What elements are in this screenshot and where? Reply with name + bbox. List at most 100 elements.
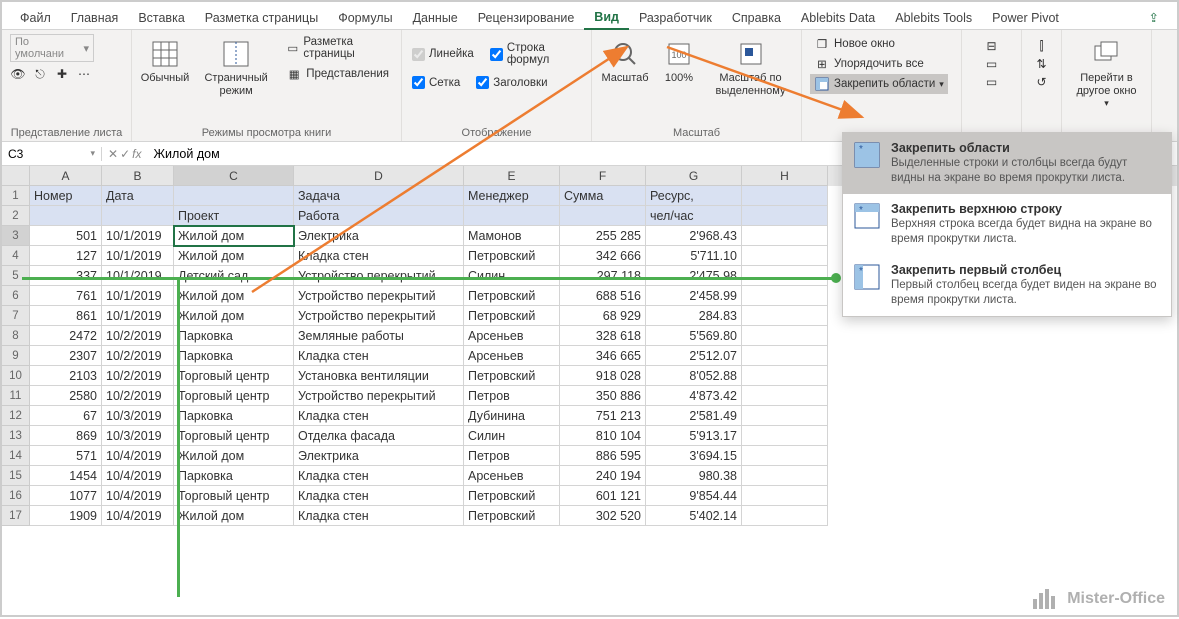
- cell[interactable]: 5'569.80: [646, 326, 742, 346]
- ruler-checkbox[interactable]: Линейка: [410, 40, 476, 68]
- cell[interactable]: 10/1/2019: [102, 226, 174, 246]
- cell[interactable]: 869: [30, 426, 102, 446]
- cell[interactable]: Устройство перекрытий: [294, 266, 464, 286]
- cell[interactable]: 328 618: [560, 326, 646, 346]
- tab-разметка-страницы[interactable]: Разметка страницы: [195, 7, 328, 29]
- cell[interactable]: Кладка стен: [294, 246, 464, 266]
- tab-вид[interactable]: Вид: [584, 6, 629, 30]
- cell[interactable]: 350 886: [560, 386, 646, 406]
- cell[interactable]: Торговый центр: [174, 486, 294, 506]
- cell[interactable]: 8'052.88: [646, 366, 742, 386]
- unhide-button[interactable]: ▭: [984, 74, 1000, 90]
- cell[interactable]: 571: [30, 446, 102, 466]
- cell[interactable]: Жилой дом: [174, 306, 294, 326]
- cell[interactable]: Петровский: [464, 366, 560, 386]
- cell[interactable]: Дата: [102, 186, 174, 206]
- cell[interactable]: Кладка стен: [294, 506, 464, 526]
- cell[interactable]: [742, 346, 828, 366]
- cell[interactable]: 2580: [30, 386, 102, 406]
- split-button[interactable]: ⊟: [984, 38, 1000, 54]
- cancel-formula-icon[interactable]: ✕: [108, 147, 118, 161]
- row-header[interactable]: 1: [2, 186, 30, 206]
- cell[interactable]: Петровский: [464, 246, 560, 266]
- fx-icon[interactable]: fx: [132, 147, 141, 161]
- cell[interactable]: Парковка: [174, 406, 294, 426]
- cell[interactable]: Детский сад: [174, 266, 294, 286]
- cell[interactable]: 2'512.07: [646, 346, 742, 366]
- cell[interactable]: [742, 266, 828, 286]
- cell[interactable]: Устройство перекрытий: [294, 386, 464, 406]
- cell[interactable]: [742, 326, 828, 346]
- cell[interactable]: [742, 386, 828, 406]
- cell[interactable]: Кладка стен: [294, 406, 464, 426]
- cell[interactable]: 10/4/2019: [102, 466, 174, 486]
- new-window-button[interactable]: ❐Новое окно: [810, 34, 899, 54]
- cell[interactable]: 10/3/2019: [102, 406, 174, 426]
- cell[interactable]: [742, 426, 828, 446]
- row-header[interactable]: 2: [2, 206, 30, 226]
- cell[interactable]: 302 520: [560, 506, 646, 526]
- cell[interactable]: 10/4/2019: [102, 486, 174, 506]
- cell[interactable]: [742, 406, 828, 426]
- row-header[interactable]: 9: [2, 346, 30, 366]
- view-side-button[interactable]: ⫿: [1034, 38, 1050, 54]
- row-header[interactable]: 11: [2, 386, 30, 406]
- cell[interactable]: Кладка стен: [294, 466, 464, 486]
- cell[interactable]: 2472: [30, 326, 102, 346]
- cell[interactable]: Силин: [464, 426, 560, 446]
- cell[interactable]: Устройство перекрытий: [294, 286, 464, 306]
- cell[interactable]: чел/час: [646, 206, 742, 226]
- cell[interactable]: [742, 206, 828, 226]
- gridlines-checkbox[interactable]: Сетка: [410, 74, 462, 91]
- col-header-C[interactable]: C: [174, 166, 294, 186]
- cell[interactable]: 10/1/2019: [102, 306, 174, 326]
- cell[interactable]: Кладка стен: [294, 346, 464, 366]
- cell[interactable]: [102, 206, 174, 226]
- cell[interactable]: 501: [30, 226, 102, 246]
- cell[interactable]: Торговый центр: [174, 366, 294, 386]
- row-header[interactable]: 6: [2, 286, 30, 306]
- row-header[interactable]: 17: [2, 506, 30, 526]
- tab-power-pivot[interactable]: Power Pivot: [982, 7, 1069, 29]
- cell[interactable]: 1909: [30, 506, 102, 526]
- cell[interactable]: 2'581.49: [646, 406, 742, 426]
- freeze-panes-button[interactable]: Закрепить области▾: [810, 74, 948, 94]
- cell[interactable]: 10/1/2019: [102, 246, 174, 266]
- cell[interactable]: [742, 306, 828, 326]
- freeze-option-2[interactable]: *Закрепить первый столбецПервый столбец …: [843, 255, 1171, 316]
- cell[interactable]: Сумма: [560, 186, 646, 206]
- cell[interactable]: [742, 506, 828, 526]
- cell[interactable]: 255 285: [560, 226, 646, 246]
- cell[interactable]: Жилой дом: [174, 446, 294, 466]
- tab-ablebits-tools[interactable]: Ablebits Tools: [885, 7, 982, 29]
- col-header-D[interactable]: D: [294, 166, 464, 186]
- cell[interactable]: Задача: [294, 186, 464, 206]
- cell[interactable]: Петров: [464, 446, 560, 466]
- cell[interactable]: [742, 246, 828, 266]
- cell[interactable]: 2103: [30, 366, 102, 386]
- cell[interactable]: [742, 446, 828, 466]
- cell[interactable]: 1454: [30, 466, 102, 486]
- cell[interactable]: 861: [30, 306, 102, 326]
- cell[interactable]: 10/4/2019: [102, 446, 174, 466]
- cell[interactable]: Петровский: [464, 506, 560, 526]
- zoom-selection-button[interactable]: Масштаб по выделенному: [708, 34, 793, 102]
- tab-разработчик[interactable]: Разработчик: [629, 7, 722, 29]
- tab-файл[interactable]: Файл: [10, 7, 61, 29]
- enter-formula-icon[interactable]: ✓: [120, 147, 130, 161]
- cell[interactable]: Петровский: [464, 306, 560, 326]
- cell[interactable]: 10/2/2019: [102, 326, 174, 346]
- cell[interactable]: Отделка фасада: [294, 426, 464, 446]
- cell[interactable]: 810 104: [560, 426, 646, 446]
- cell[interactable]: 3'694.15: [646, 446, 742, 466]
- cell[interactable]: Арсеньев: [464, 346, 560, 366]
- cell[interactable]: Арсеньев: [464, 326, 560, 346]
- cell[interactable]: 2'458.99: [646, 286, 742, 306]
- cell[interactable]: 4'873.42: [646, 386, 742, 406]
- cell[interactable]: Кладка стен: [294, 486, 464, 506]
- cell[interactable]: [742, 186, 828, 206]
- cell[interactable]: 297 118: [560, 266, 646, 286]
- row-header[interactable]: 13: [2, 426, 30, 446]
- cell[interactable]: Парковка: [174, 326, 294, 346]
- custom-views-button[interactable]: ▦Представления: [282, 64, 393, 84]
